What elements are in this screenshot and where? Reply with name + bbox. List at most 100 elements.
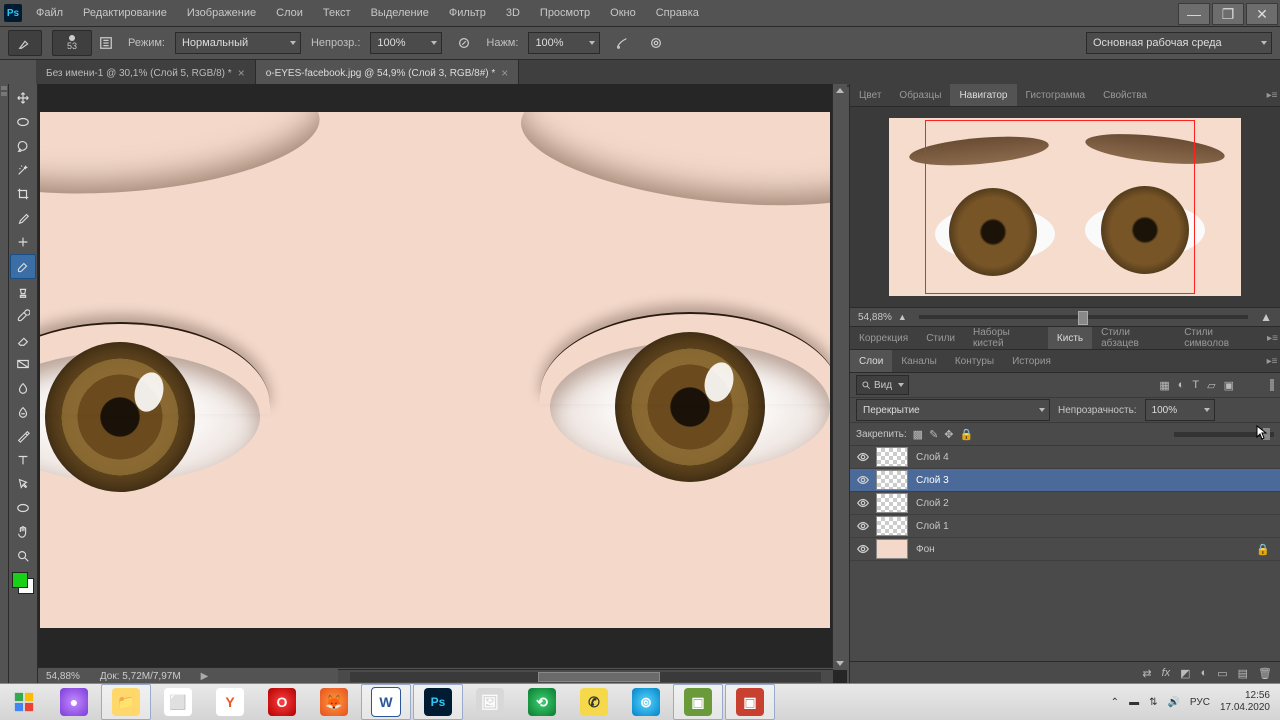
marquee-ellipse-tool[interactable] [11, 110, 35, 133]
taskbar-opera[interactable]: O [257, 684, 307, 720]
magic-wand-tool[interactable] [11, 158, 35, 181]
close-tab-icon[interactable]: × [238, 66, 245, 80]
vertical-scrollbar[interactable] [832, 84, 847, 670]
layer-thumbnail[interactable] [876, 539, 908, 559]
layer-opacity-select[interactable]: 100% [1145, 399, 1215, 421]
dodge-tool[interactable] [11, 400, 35, 423]
layer-blend-select[interactable]: Перекрытие [856, 399, 1050, 421]
gradient-tool[interactable] [11, 352, 35, 375]
menu-3D[interactable]: 3D [496, 0, 530, 26]
opacity-select[interactable]: 100% [370, 32, 442, 54]
visibility-toggle[interactable] [850, 473, 876, 487]
layer-name[interactable]: Слой 1 [916, 521, 949, 532]
panel-tab-Навигатор[interactable]: Навигатор [950, 84, 1016, 106]
panel-tab-Стили[interactable]: Стили [917, 327, 964, 349]
document-tab[interactable]: Без имени-1 @ 30,1% (Слой 5, RGB/8) *× [36, 60, 256, 86]
link-layers-icon[interactable]: ⇄ [1142, 667, 1151, 680]
zoom-readout[interactable]: 54,88% [46, 671, 80, 682]
layer-thumbnail[interactable] [876, 516, 908, 536]
panel-tab-Гистограмма[interactable]: Гистограмма [1017, 84, 1095, 106]
move-tool[interactable] [11, 86, 35, 109]
layer-row[interactable]: Фон🔒 [850, 538, 1280, 561]
adjustment-icon[interactable]: ◐ [1201, 667, 1208, 679]
taskbar-app-1[interactable]: ● [49, 684, 99, 720]
layer-row[interactable]: Слой 1 [850, 515, 1280, 538]
mask-icon[interactable]: ◩ [1180, 667, 1190, 680]
taskbar-yandex[interactable]: Y [205, 684, 255, 720]
brush-tool[interactable] [10, 254, 36, 279]
visibility-toggle[interactable] [850, 496, 876, 510]
airbrush-icon[interactable] [610, 31, 634, 55]
path-select-tool[interactable] [11, 472, 35, 495]
menu-Справка[interactable]: Справка [646, 0, 709, 26]
eraser-tool[interactable] [11, 328, 35, 351]
navigator-viewport-box[interactable] [925, 120, 1195, 294]
brush-preset[interactable]: 53 [52, 30, 92, 56]
menu-Текст[interactable]: Текст [313, 0, 361, 26]
panel-tab-Коррекция[interactable]: Коррекция [850, 327, 917, 349]
panel-menu-icon[interactable]: ▸≡ [1265, 327, 1280, 349]
hand-tool[interactable] [11, 520, 35, 543]
tray-volume-icon[interactable]: 🔊 [1167, 697, 1179, 708]
blend-mode-select[interactable]: Нормальный [175, 32, 301, 54]
tray-lang[interactable]: РУС [1190, 697, 1210, 708]
visibility-toggle[interactable] [850, 542, 876, 556]
ellipse-tool[interactable] [11, 496, 35, 519]
panel-menu-icon[interactable]: ▸≡ [1264, 84, 1280, 106]
navigator-panel[interactable] [850, 107, 1280, 308]
menu-Редактирование[interactable]: Редактирование [73, 0, 177, 26]
panel-tab-Стили абзацев[interactable]: Стили абзацев [1092, 327, 1175, 349]
panel-tab-Слои[interactable]: Слои [850, 350, 892, 372]
blur-tool[interactable] [11, 376, 35, 399]
new-layer-icon[interactable]: ▤ [1238, 667, 1248, 680]
pen-tool[interactable] [11, 424, 35, 447]
panel-tab-Свойства[interactable]: Свойства [1094, 84, 1156, 106]
filter-shape-icon[interactable]: ▱ [1207, 379, 1215, 392]
filter-smart-icon[interactable]: ▣ [1224, 379, 1234, 392]
document-tab[interactable]: o-EYES-facebook.jpg @ 54,9% (Слой 3, RGB… [256, 60, 520, 86]
menu-Просмотр[interactable]: Просмотр [530, 0, 600, 26]
tray-battery-icon[interactable]: ▬ [1129, 697, 1139, 708]
taskbar-explorer[interactable]: 📁 [101, 684, 151, 720]
close-button[interactable]: ✕ [1246, 3, 1278, 25]
fx-icon[interactable]: fx [1162, 667, 1171, 679]
taskbar-app-10[interactable]: ⟲ [517, 684, 567, 720]
taskbar-recorder[interactable]: ▣ [725, 684, 775, 720]
panel-tab-Наборы кистей[interactable]: Наборы кистей [964, 327, 1048, 349]
pressure-size-icon[interactable] [644, 31, 668, 55]
layer-row[interactable]: Слой 3 [850, 469, 1280, 492]
menu-Выделение[interactable]: Выделение [361, 0, 439, 26]
crop-tool[interactable] [11, 182, 35, 205]
tray-chevron-icon[interactable]: ⌃ [1111, 697, 1119, 708]
brush-panel-toggle[interactable] [94, 31, 118, 55]
start-button[interactable] [0, 684, 48, 720]
collapsed-panel-strip[interactable] [0, 84, 9, 684]
taskbar-app-3[interactable]: ⬜ [153, 684, 203, 720]
document-canvas[interactable] [40, 112, 830, 628]
layer-row[interactable]: Слой 2 [850, 492, 1280, 515]
menu-Изображение[interactable]: Изображение [177, 0, 266, 26]
panel-tab-Контуры[interactable]: Контуры [946, 350, 1003, 372]
flow-select[interactable]: 100% [528, 32, 600, 54]
taskbar-camtasia[interactable]: ▣ [673, 684, 723, 720]
lock-all-icon[interactable]: 🔒 [960, 428, 974, 441]
delete-layer-icon[interactable]: 🗑 [1258, 667, 1272, 680]
navigator-zoom[interactable]: 54,88% [858, 312, 892, 323]
tray-network-icon[interactable]: ⇅ [1149, 697, 1157, 708]
visibility-toggle[interactable] [850, 450, 876, 464]
menu-Файл[interactable]: Файл [26, 0, 73, 26]
zoom-out-icon[interactable]: ▲ [898, 312, 907, 322]
tool-preset[interactable] [8, 30, 42, 56]
panel-tab-Образцы[interactable]: Образцы [890, 84, 950, 106]
layer-row[interactable]: Слой 4 [850, 446, 1280, 469]
zoom-tool[interactable] [11, 544, 35, 567]
panel-tab-Цвет[interactable]: Цвет [850, 84, 890, 106]
filter-pixel-icon[interactable]: ▦ [1159, 379, 1169, 392]
taskbar-app-9[interactable]: 🖼 [465, 684, 515, 720]
eyedropper-tool[interactable] [11, 206, 35, 229]
tray-clock[interactable]: 12:56 17.04.2020 [1220, 690, 1270, 714]
fill-slider[interactable] [1174, 432, 1274, 437]
lock-pixels-icon[interactable]: ✎ [929, 428, 938, 441]
zoom-in-icon[interactable]: ▲ [1260, 310, 1272, 324]
panel-tab-Стили символов[interactable]: Стили символов [1175, 327, 1265, 349]
